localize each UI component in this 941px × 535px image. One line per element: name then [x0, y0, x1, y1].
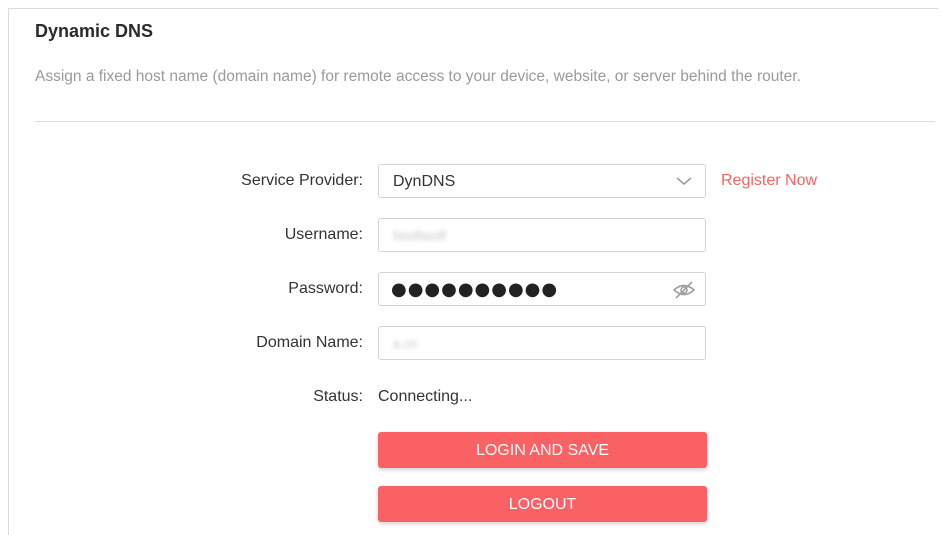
domain-name-row: Domain Name: a.cn	[0, 326, 941, 360]
username-value: fasdfasdf	[393, 228, 446, 243]
password-input[interactable]: ●●●●●●●●●●	[378, 272, 706, 306]
domain-name-value: a.cn	[393, 336, 418, 351]
section-title: Dynamic DNS	[35, 21, 154, 41]
chevron-down-icon	[676, 177, 692, 185]
service-provider-value: DynDNS	[393, 173, 456, 190]
service-provider-row: Service Provider: DynDNS Register Now	[0, 164, 941, 198]
domain-name-input[interactable]: a.cn	[378, 326, 706, 360]
login-and-save-button[interactable]: LOGIN AND SAVE	[378, 432, 707, 468]
status-label: Status:	[313, 388, 363, 405]
status-value: Connecting...	[378, 388, 473, 405]
register-now-link[interactable]: Register Now	[721, 172, 817, 190]
eye-slash-icon[interactable]	[671, 280, 697, 300]
password-label: Password:	[288, 280, 363, 297]
username-row: Username: fasdfasdf	[0, 218, 941, 252]
section-divider	[35, 121, 935, 122]
password-value: ●●●●●●●●●●	[391, 279, 559, 300]
password-row: Password: ●●●●●●●●●●	[0, 272, 941, 306]
service-provider-label: Service Provider:	[241, 172, 363, 189]
domain-name-label: Domain Name:	[256, 334, 363, 351]
service-provider-select[interactable]: DynDNS	[378, 164, 706, 198]
username-input[interactable]: fasdfasdf	[378, 218, 706, 252]
logout-button[interactable]: LOGOUT	[378, 486, 707, 522]
section-description: Assign a fixed host name (domain name) f…	[35, 68, 801, 85]
username-label: Username:	[284, 226, 363, 243]
status-row: Status: Connecting...	[0, 380, 941, 414]
